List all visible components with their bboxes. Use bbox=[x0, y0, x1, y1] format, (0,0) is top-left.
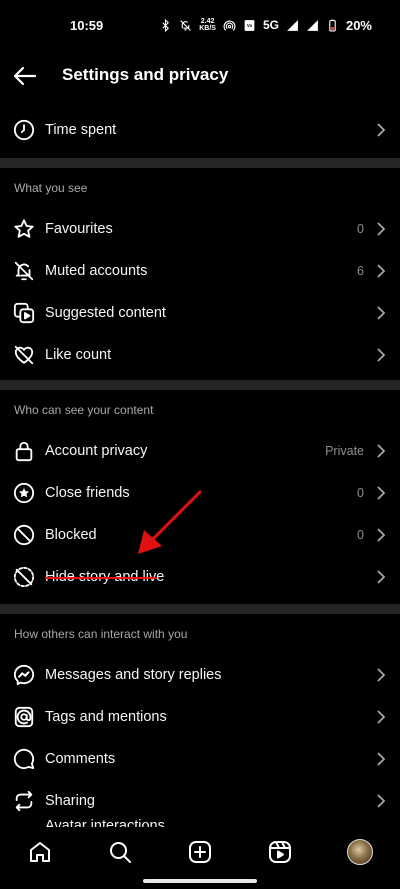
row-suggested-content[interactable]: Suggested content bbox=[0, 292, 400, 334]
clock-icon bbox=[13, 119, 35, 141]
page-title: Settings and privacy bbox=[62, 65, 229, 84]
section-divider bbox=[0, 604, 400, 614]
gesture-bar bbox=[143, 879, 257, 883]
signal-icon bbox=[287, 19, 298, 31]
chevron-right-icon bbox=[377, 710, 385, 724]
repost-icon bbox=[13, 790, 35, 812]
section-divider bbox=[0, 380, 400, 390]
row-label: Time spent bbox=[45, 122, 117, 138]
story-off-icon bbox=[13, 566, 35, 588]
at-sign-icon bbox=[13, 706, 35, 728]
nav-search[interactable] bbox=[107, 839, 133, 865]
status-icons: 2.42 KB/S Vo 5G 20% bbox=[159, 18, 372, 33]
row-like-count[interactable]: Like count bbox=[0, 334, 400, 376]
row-muted-accounts[interactable]: Muted accounts 6 bbox=[0, 250, 400, 292]
row-account-privacy[interactable]: Account privacy Private bbox=[0, 430, 400, 472]
row-label: Messages and story replies bbox=[45, 667, 222, 683]
status-bar: 10:59 2.42 KB/S Vo 5G 20% bbox=[0, 0, 400, 50]
row-value: 0 bbox=[357, 222, 364, 236]
star-circle-icon bbox=[13, 482, 35, 504]
row-time-spent[interactable]: Time spent bbox=[0, 109, 400, 151]
nav-create[interactable] bbox=[187, 839, 213, 865]
section-title-who-can-see: Who can see your content bbox=[14, 403, 154, 417]
nav-profile[interactable] bbox=[347, 839, 373, 865]
messenger-icon bbox=[13, 664, 35, 686]
row-label: Muted accounts bbox=[45, 263, 148, 279]
row-value: Private bbox=[325, 444, 364, 458]
chevron-right-icon bbox=[377, 123, 385, 137]
svg-text:Vo: Vo bbox=[247, 23, 253, 28]
row-label: Sharing bbox=[45, 793, 95, 809]
chevron-right-icon bbox=[377, 348, 385, 362]
lock-icon bbox=[13, 440, 35, 462]
bell-off-icon bbox=[13, 260, 35, 282]
reels-icon bbox=[269, 841, 291, 863]
network-speed: 2.42 KB/S bbox=[199, 18, 216, 32]
section-title-what-you-see: What you see bbox=[14, 181, 88, 195]
battery-percent: 20% bbox=[345, 17, 372, 33]
heart-off-icon bbox=[13, 344, 35, 366]
volte-icon: Vo bbox=[244, 19, 255, 31]
annotation-arrow-icon bbox=[138, 490, 202, 554]
hotspot-icon bbox=[223, 20, 236, 31]
row-comments[interactable]: Comments bbox=[0, 738, 400, 780]
arrow-left-icon bbox=[13, 66, 37, 86]
chevron-right-icon bbox=[377, 570, 385, 584]
network-type: 5G bbox=[262, 18, 279, 32]
row-label: Favourites bbox=[45, 221, 113, 237]
chevron-right-icon bbox=[377, 444, 385, 458]
nav-reels[interactable] bbox=[267, 839, 293, 865]
media-icon bbox=[13, 302, 35, 324]
status-time: 10:59 bbox=[70, 17, 104, 33]
chevron-right-icon bbox=[377, 668, 385, 682]
battery-icon bbox=[329, 19, 336, 31]
section-title-how-others-interact: How others can interact with you bbox=[14, 627, 188, 641]
chevron-right-icon bbox=[377, 752, 385, 766]
block-icon bbox=[13, 524, 35, 546]
add-post-icon bbox=[189, 841, 211, 863]
nav-home[interactable] bbox=[27, 839, 53, 865]
chevron-right-icon bbox=[377, 264, 385, 278]
row-label: Account privacy bbox=[45, 443, 148, 459]
row-tags-and-mentions[interactable]: Tags and mentions bbox=[0, 696, 400, 738]
header: Settings and privacy bbox=[0, 50, 400, 102]
back-button[interactable] bbox=[12, 64, 38, 88]
row-label: Suggested content bbox=[45, 305, 166, 321]
section-divider bbox=[0, 158, 400, 168]
signal-2-icon bbox=[307, 19, 318, 31]
row-label: Close friends bbox=[45, 485, 130, 501]
annotation-underline bbox=[45, 577, 157, 579]
comment-icon bbox=[13, 748, 35, 770]
star-icon bbox=[13, 218, 35, 240]
notifications-off-icon bbox=[180, 19, 191, 31]
chevron-right-icon bbox=[377, 306, 385, 320]
avatar bbox=[347, 839, 373, 865]
row-value: 0 bbox=[357, 486, 364, 500]
chevron-right-icon bbox=[377, 528, 385, 542]
home-icon bbox=[30, 842, 50, 862]
row-label: Comments bbox=[45, 751, 116, 767]
row-label: Tags and mentions bbox=[45, 709, 167, 725]
row-value: 0 bbox=[357, 528, 364, 542]
row-label: Like count bbox=[45, 347, 112, 363]
bluetooth-icon bbox=[162, 18, 170, 32]
row-value: 6 bbox=[357, 264, 364, 278]
chevron-right-icon bbox=[377, 794, 385, 808]
chevron-right-icon bbox=[377, 486, 385, 500]
row-favourites[interactable]: Favourites 0 bbox=[0, 208, 400, 250]
chevron-right-icon bbox=[377, 222, 385, 236]
search-icon bbox=[110, 842, 131, 863]
row-avatar-interactions[interactable]: Avatar interactions bbox=[0, 813, 400, 827]
row-label: Avatar interactions bbox=[45, 818, 165, 827]
row-label: Blocked bbox=[45, 527, 97, 543]
settings-list: Time spent What you see Favourites 0 Mut… bbox=[0, 109, 400, 822]
row-messages-and-story-replies[interactable]: Messages and story replies bbox=[0, 654, 400, 696]
